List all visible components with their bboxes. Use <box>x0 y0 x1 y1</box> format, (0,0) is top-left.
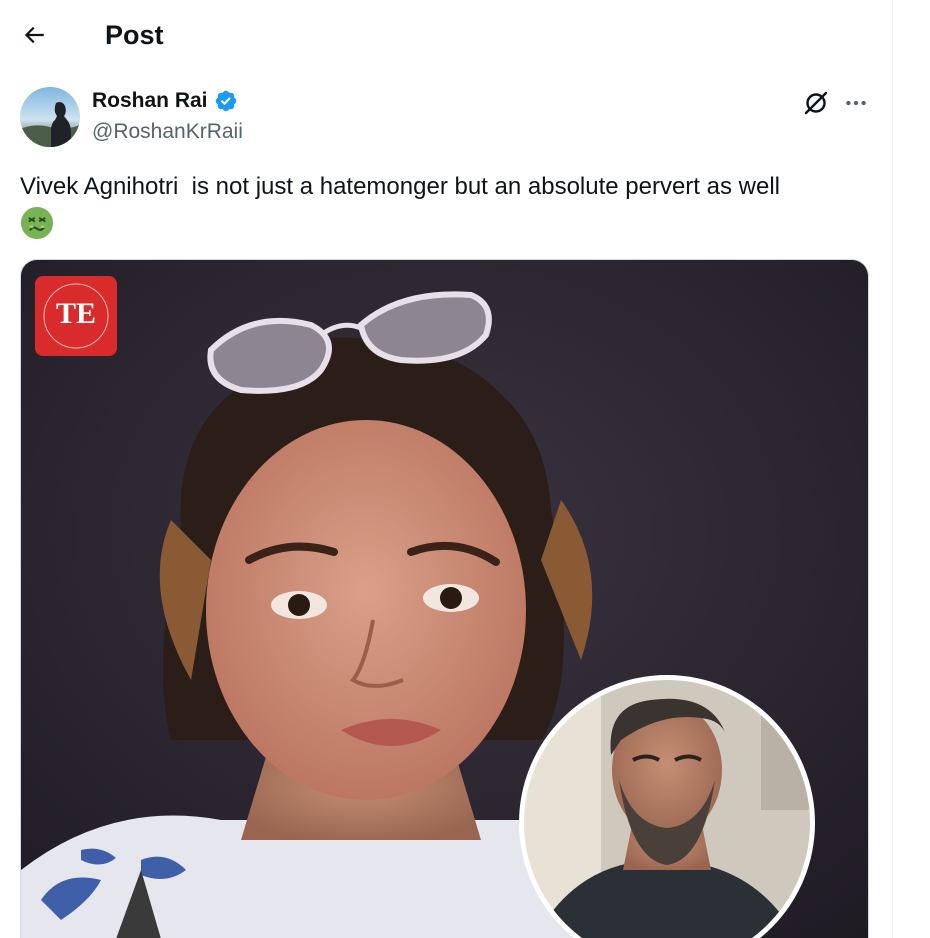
more-button[interactable] <box>840 87 872 119</box>
grok-icon <box>804 91 828 115</box>
arrow-left-icon <box>24 26 44 44</box>
author-display-name[interactable]: Roshan Rai <box>92 88 208 114</box>
author-name-row[interactable]: Roshan Rai <box>92 88 238 114</box>
svg-text:TE: TE <box>56 297 96 330</box>
more-icon <box>846 100 866 106</box>
page-header: Post <box>0 0 893 70</box>
page-title: Post <box>105 20 164 50</box>
tweet-text: Vivek Agnihotri is not just a hatemonger… <box>20 173 780 200</box>
verified-badge-icon <box>215 90 236 112</box>
avatar[interactable] <box>20 87 80 147</box>
nauseated-face-icon <box>20 206 54 240</box>
grok-button[interactable] <box>800 87 832 119</box>
primary-column: Post Roshan Rai @RoshanKrRaii Vivek Agni… <box>0 0 893 938</box>
author-handle[interactable]: @RoshanKrRaii <box>92 119 243 145</box>
back-button[interactable] <box>14 15 54 55</box>
tweet-media-image[interactable]: TE <box>20 259 869 938</box>
